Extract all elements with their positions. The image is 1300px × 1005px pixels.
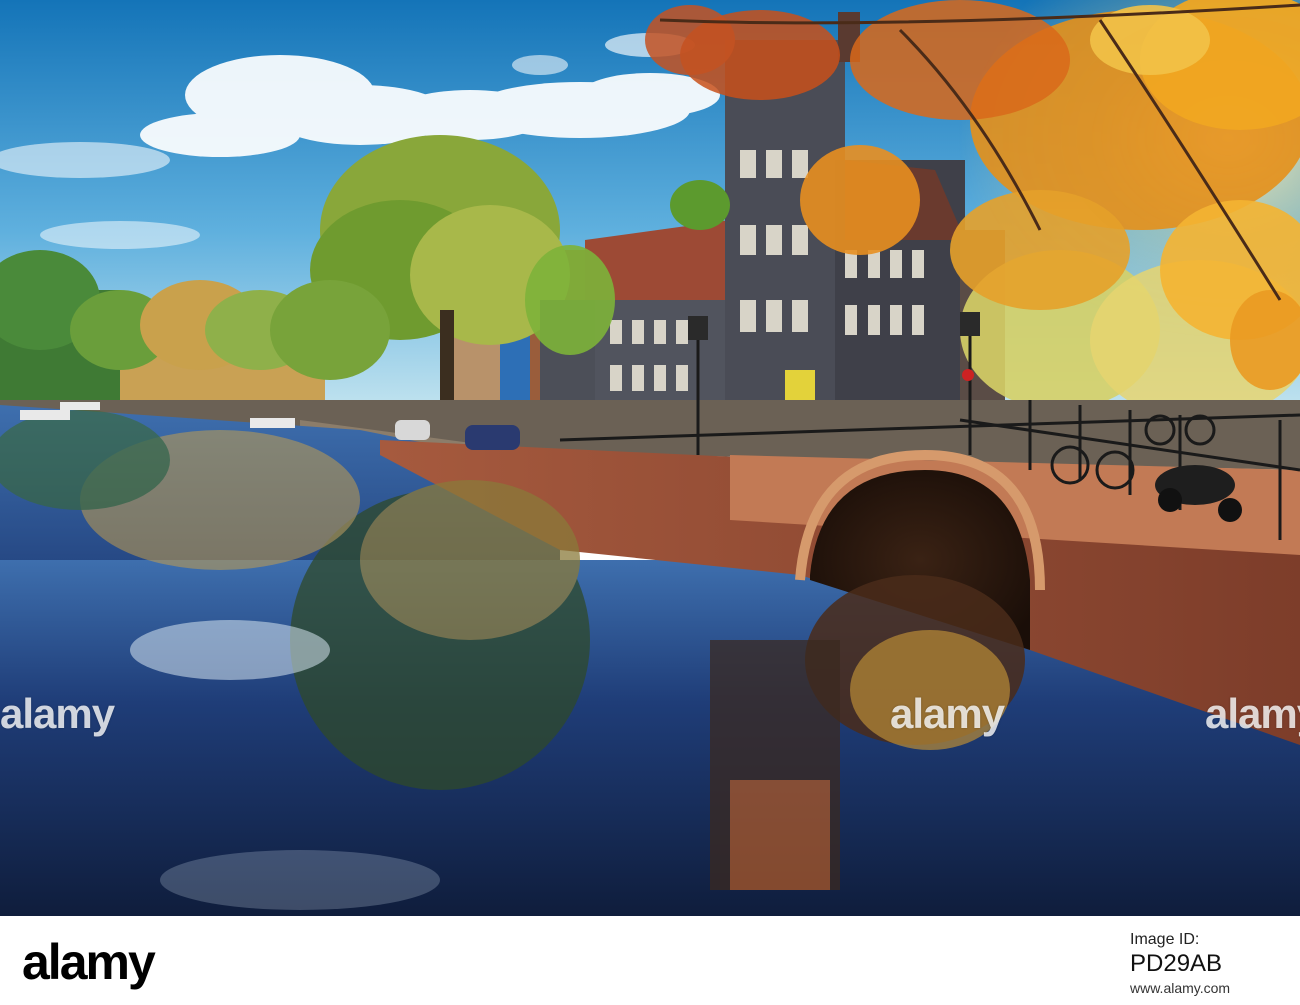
watermark-left: alamy bbox=[0, 690, 115, 737]
watermark-center: alamy bbox=[890, 690, 1005, 737]
site-url[interactable]: www.alamy.com bbox=[1130, 978, 1280, 998]
image-id-block: Image ID: PD29AB www.alamy.com bbox=[1130, 930, 1280, 998]
image-id-value: PD29AB bbox=[1130, 950, 1223, 977]
canal-photo bbox=[0, 0, 1300, 916]
brand-logo-text: alamy bbox=[22, 934, 156, 990]
brand-logo[interactable]: alamy bbox=[22, 934, 182, 994]
footer-bar: alamy Image ID: PD29AB www.alamy.com bbox=[0, 916, 1300, 1005]
image-id-label: Image ID: bbox=[1130, 931, 1200, 948]
watermark-right: alamy bbox=[1205, 690, 1300, 737]
